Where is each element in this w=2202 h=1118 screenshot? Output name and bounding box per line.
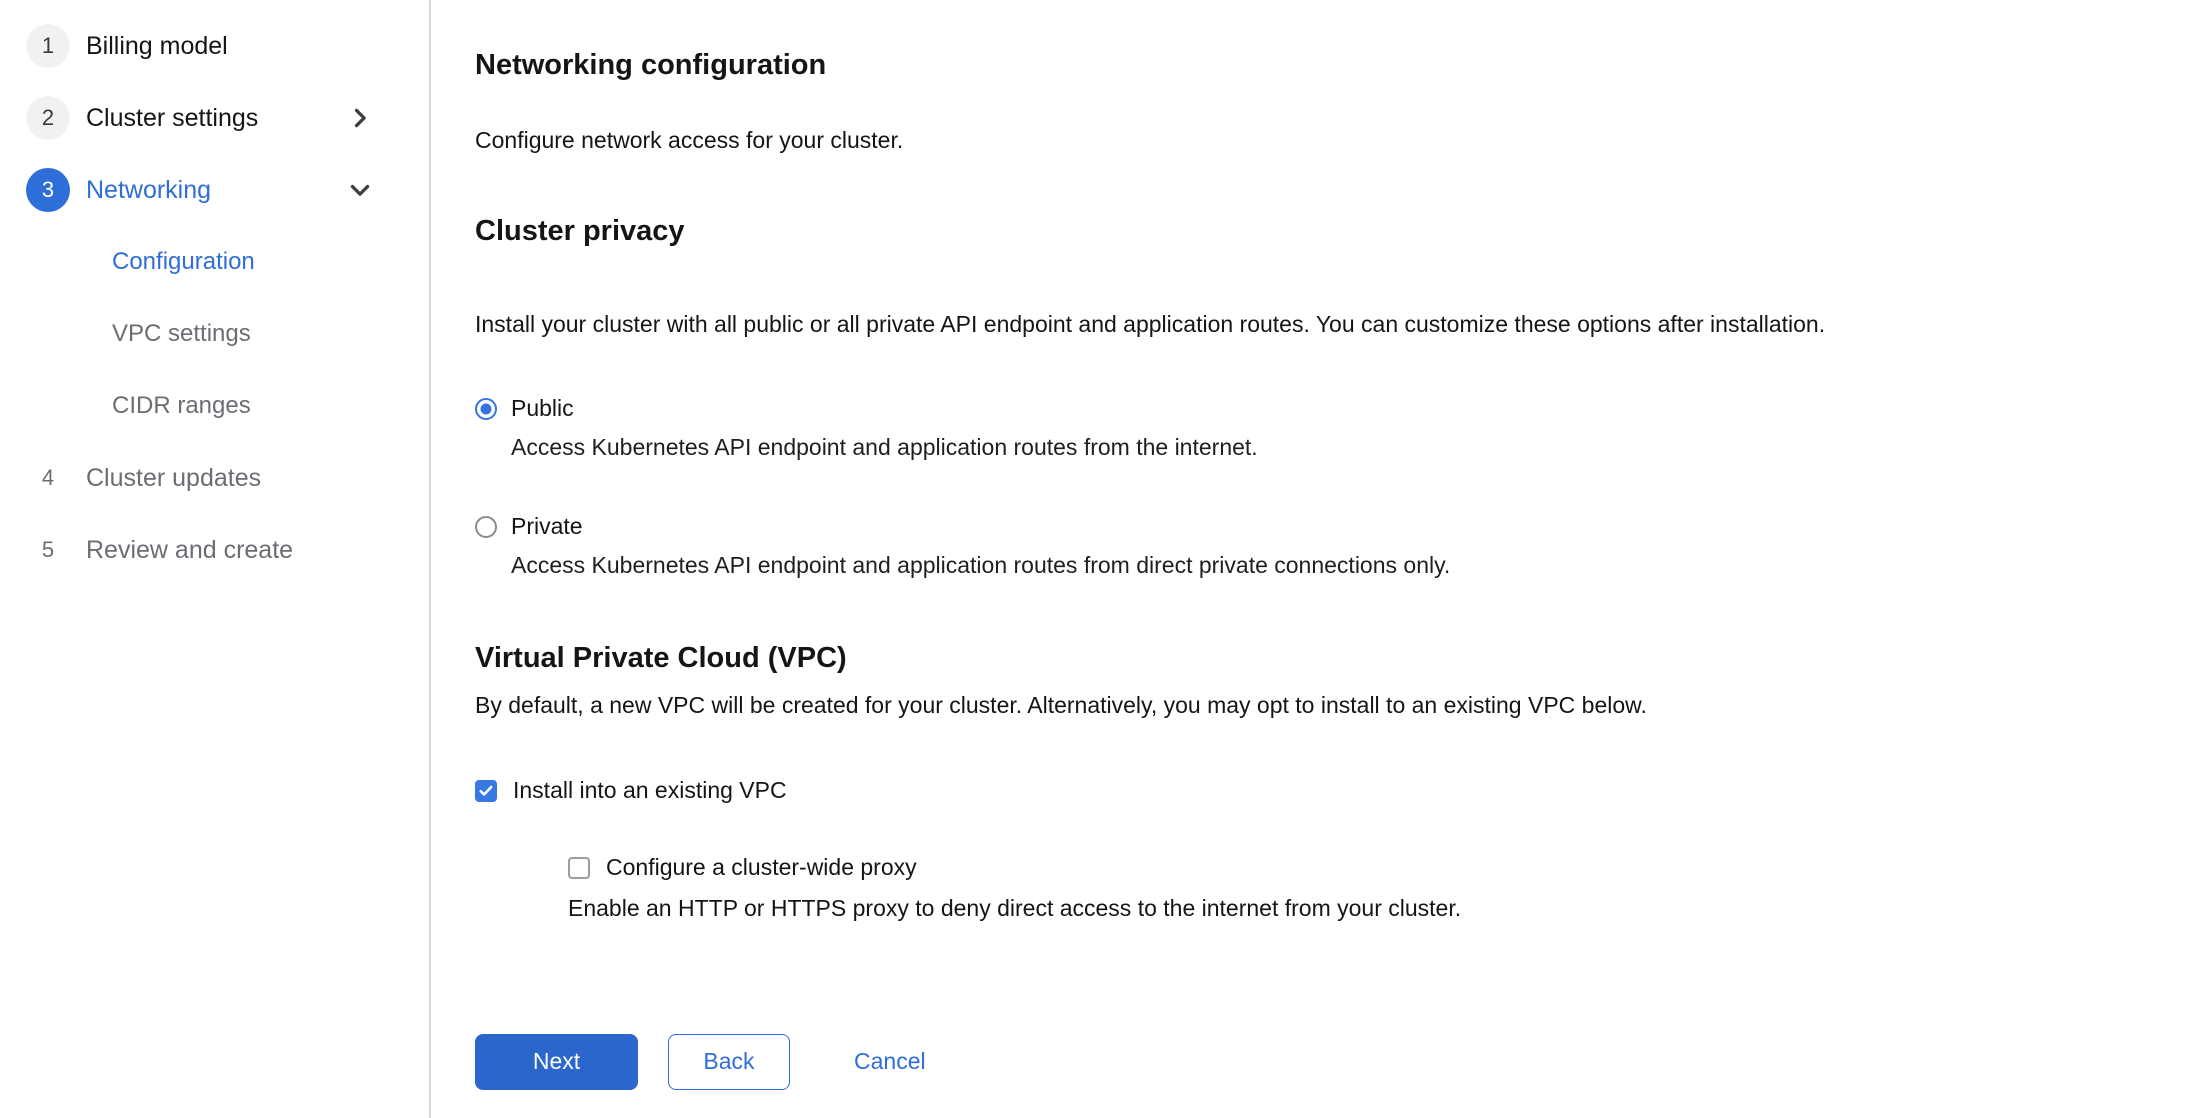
step-billing-model[interactable]: 1 Billing model	[0, 10, 429, 82]
proxy-checkbox[interactable]	[568, 857, 590, 879]
public-radio[interactable]	[475, 398, 497, 420]
install-vpc-checkbox-label: Install into an existing VPC	[513, 777, 787, 804]
step-number-badge: 5	[26, 528, 70, 572]
install-vpc-checkbox-row[interactable]: Install into an existing VPC	[475, 777, 2178, 804]
option-text: Private Access Kubernetes API endpoint a…	[511, 512, 1450, 581]
step-label: Networking	[86, 176, 211, 205]
private-radio-label: Private	[511, 512, 1450, 542]
wizard-layout: 1 Billing model 2 Cluster settings 3 Net…	[0, 0, 2202, 1118]
next-button[interactable]: Next	[475, 1034, 638, 1090]
substep-vpc-settings[interactable]: VPC settings	[0, 298, 429, 370]
substep-cidr-ranges[interactable]: CIDR ranges	[0, 370, 429, 442]
step-cluster-settings[interactable]: 2 Cluster settings	[0, 82, 429, 154]
proxy-checkbox-label: Configure a cluster-wide proxy	[606, 854, 917, 881]
step-review-and-create[interactable]: 5 Review and create	[0, 514, 429, 586]
cluster-privacy-heading: Cluster privacy	[475, 214, 2178, 249]
public-radio-label: Public	[511, 394, 1258, 424]
vpc-heading: Virtual Private Cloud (VPC)	[475, 641, 2178, 676]
step-number-badge: 2	[26, 96, 70, 140]
option-text: Public Access Kubernetes API endpoint an…	[511, 394, 1258, 463]
cancel-button[interactable]: Cancel	[848, 1034, 932, 1090]
step-label: Billing model	[86, 32, 228, 61]
page-title: Networking configuration	[475, 48, 2178, 83]
cluster-privacy-description: Install your cluster with all public or …	[475, 309, 2178, 340]
wizard-footer: Next Back Cancel	[475, 1034, 2178, 1090]
proxy-description: Enable an HTTP or HTTPS proxy to deny di…	[568, 894, 2178, 924]
radio-option-public[interactable]: Public Access Kubernetes API endpoint an…	[475, 394, 2178, 463]
substep-label: Configuration	[112, 248, 255, 276]
step-label: Review and create	[86, 536, 293, 565]
main-content: Networking configuration Configure netwo…	[431, 0, 2202, 1118]
substep-configuration[interactable]: Configuration	[0, 226, 429, 298]
proxy-checkbox-row[interactable]: Configure a cluster-wide proxy	[568, 854, 2178, 881]
step-label: Cluster settings	[86, 104, 258, 133]
page-subtitle: Configure network access for your cluste…	[475, 127, 2178, 154]
chevron-down-icon	[349, 179, 371, 201]
chevron-right-icon	[349, 107, 371, 129]
private-radio-description: Access Kubernetes API endpoint and appli…	[511, 551, 1450, 581]
step-cluster-updates[interactable]: 4 Cluster updates	[0, 442, 429, 514]
step-networking[interactable]: 3 Networking	[0, 154, 429, 226]
step-label: Cluster updates	[86, 464, 261, 493]
proxy-section: Configure a cluster-wide proxy Enable an…	[568, 854, 2178, 924]
vpc-description: By default, a new VPC will be created fo…	[475, 690, 2178, 721]
public-radio-description: Access Kubernetes API endpoint and appli…	[511, 433, 1258, 463]
private-radio[interactable]	[475, 516, 497, 538]
back-button[interactable]: Back	[668, 1034, 790, 1090]
install-vpc-checkbox[interactable]	[475, 780, 497, 802]
radio-option-private[interactable]: Private Access Kubernetes API endpoint a…	[475, 512, 2178, 581]
substep-label: VPC settings	[112, 320, 251, 348]
step-number-badge: 4	[26, 456, 70, 500]
wizard-step-nav: 1 Billing model 2 Cluster settings 3 Net…	[0, 0, 431, 1118]
check-icon	[479, 785, 493, 797]
step-number-badge: 3	[26, 168, 70, 212]
step-number-badge: 1	[26, 24, 70, 68]
substep-label: CIDR ranges	[112, 392, 251, 420]
